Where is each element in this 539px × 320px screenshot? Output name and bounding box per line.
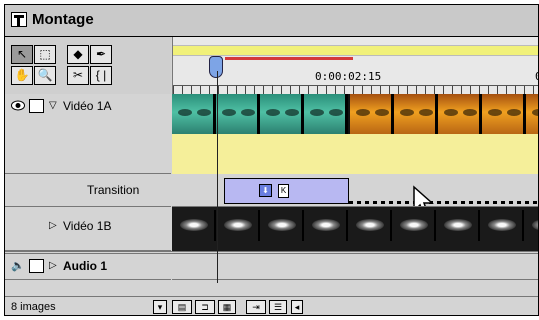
track-label-transition: Transition [87,183,140,197]
clip-frame[interactable] [260,210,304,241]
clip-frame[interactable] [394,94,438,134]
pen-icon[interactable]: ✒ [90,45,112,64]
clip-frame[interactable] [350,94,394,134]
track-label-video-1b: Vidéo 1B [63,219,112,233]
mouse-cursor-icon [413,185,434,206]
clip-frame[interactable] [304,94,348,134]
transition-direction-icon[interactable]: ⬇ [259,184,272,197]
clip-frame[interactable] [392,210,436,241]
speaker-icon[interactable]: 🔈 [11,259,25,272]
work-area-bar[interactable] [173,45,538,56]
clip-frame[interactable] [304,210,348,241]
window-title: Montage [32,11,94,28]
transition-type-icon[interactable]: K [278,184,289,198]
clip-frame[interactable] [524,210,538,241]
transition-dashed-outline [349,201,538,204]
eye-icon[interactable] [11,100,25,111]
clip-frame[interactable] [526,94,538,134]
clip-frame[interactable] [260,94,304,134]
edge-view-icon[interactable]: ⇥ [246,300,266,314]
clip-frame[interactable] [216,210,260,241]
scroll-left-icon[interactable]: ◂ [291,300,303,314]
edit-line-marker[interactable] [209,56,223,78]
clip-frame[interactable] [438,94,482,134]
tool-palette: ↖ ⬚ ◆ ✒ ✋ 🔍 ✂ { | [5,37,171,95]
lock-box-icon[interactable] [29,99,44,113]
in-out-icon[interactable]: { | [90,66,112,85]
title-bar[interactable]: Montage [5,5,538,37]
track-video-1a[interactable] [172,94,538,174]
lock-box-icon[interactable] [29,259,44,273]
frame-view-icon[interactable]: ▦ [218,300,236,314]
status-bar: 8 images ▾ ▤ ⊐ ▦ ⇥ ☰ ◂ [5,296,538,315]
track-transition[interactable]: ⬇ K [172,174,538,207]
clip-frame[interactable] [216,94,260,134]
snap-icon[interactable]: ⊐ [195,300,215,314]
montage-window-icon [11,12,27,27]
clip-frame[interactable] [172,210,216,241]
track-video-1b[interactable] [172,207,538,251]
track-label-video-1a: Vidéo 1A [63,99,112,113]
monitor-icon[interactable]: ☰ [269,300,287,314]
empty-track-area [5,280,538,296]
time-ruler[interactable]: 0:00:02:15 0: [172,37,538,94]
clip-frame[interactable] [482,94,526,134]
expand-triangle-icon[interactable]: ▷ [49,260,57,271]
ruler-timecode: 0:00:02:15 [315,70,382,83]
track-options-icon[interactable]: ▤ [172,300,192,314]
range-select-icon[interactable]: ⬚ [34,45,56,64]
clip-frame[interactable] [480,210,524,241]
hand-icon[interactable]: ✋ [11,66,33,85]
zoom-icon[interactable]: 🔍 [34,66,56,85]
clip-frame[interactable] [172,94,216,134]
transition-clip[interactable]: ⬇ K [224,178,349,204]
move-tracks-icon[interactable]: ◆ [67,45,89,64]
ruler-timecode-next: 0: [535,70,538,83]
track-header-audio-1[interactable]: 🔈 ▷ Audio 1 [5,254,171,280]
track-label-audio-1: Audio 1 [63,259,107,273]
clip-frame[interactable] [436,210,480,241]
track-header-video-1a[interactable]: ▽ Vidéo 1A [5,94,171,174]
track-header-transition[interactable]: Transition [5,174,171,207]
track-header-video-1b[interactable]: ▷ Vidéo 1B [5,207,171,251]
clip-frame[interactable] [348,210,392,241]
selection-arrow-icon[interactable]: ↖ [11,45,33,64]
track-audio-1[interactable] [172,254,538,280]
edit-line[interactable] [217,71,218,283]
zoom-level-label: 8 images [11,301,56,313]
razor-icon[interactable]: ✂ [67,66,89,85]
dropdown-icon[interactable]: ▾ [153,300,167,314]
ruler-ticks [173,85,538,94]
preview-indicator [225,57,353,60]
montage-window: Montage ↖ ⬚ ◆ ✒ ✋ 🔍 ✂ { | 0:00:02:15 0: … [4,4,539,316]
expand-triangle-icon[interactable]: ▽ [49,100,57,111]
expand-triangle-icon[interactable]: ▷ [49,220,57,231]
